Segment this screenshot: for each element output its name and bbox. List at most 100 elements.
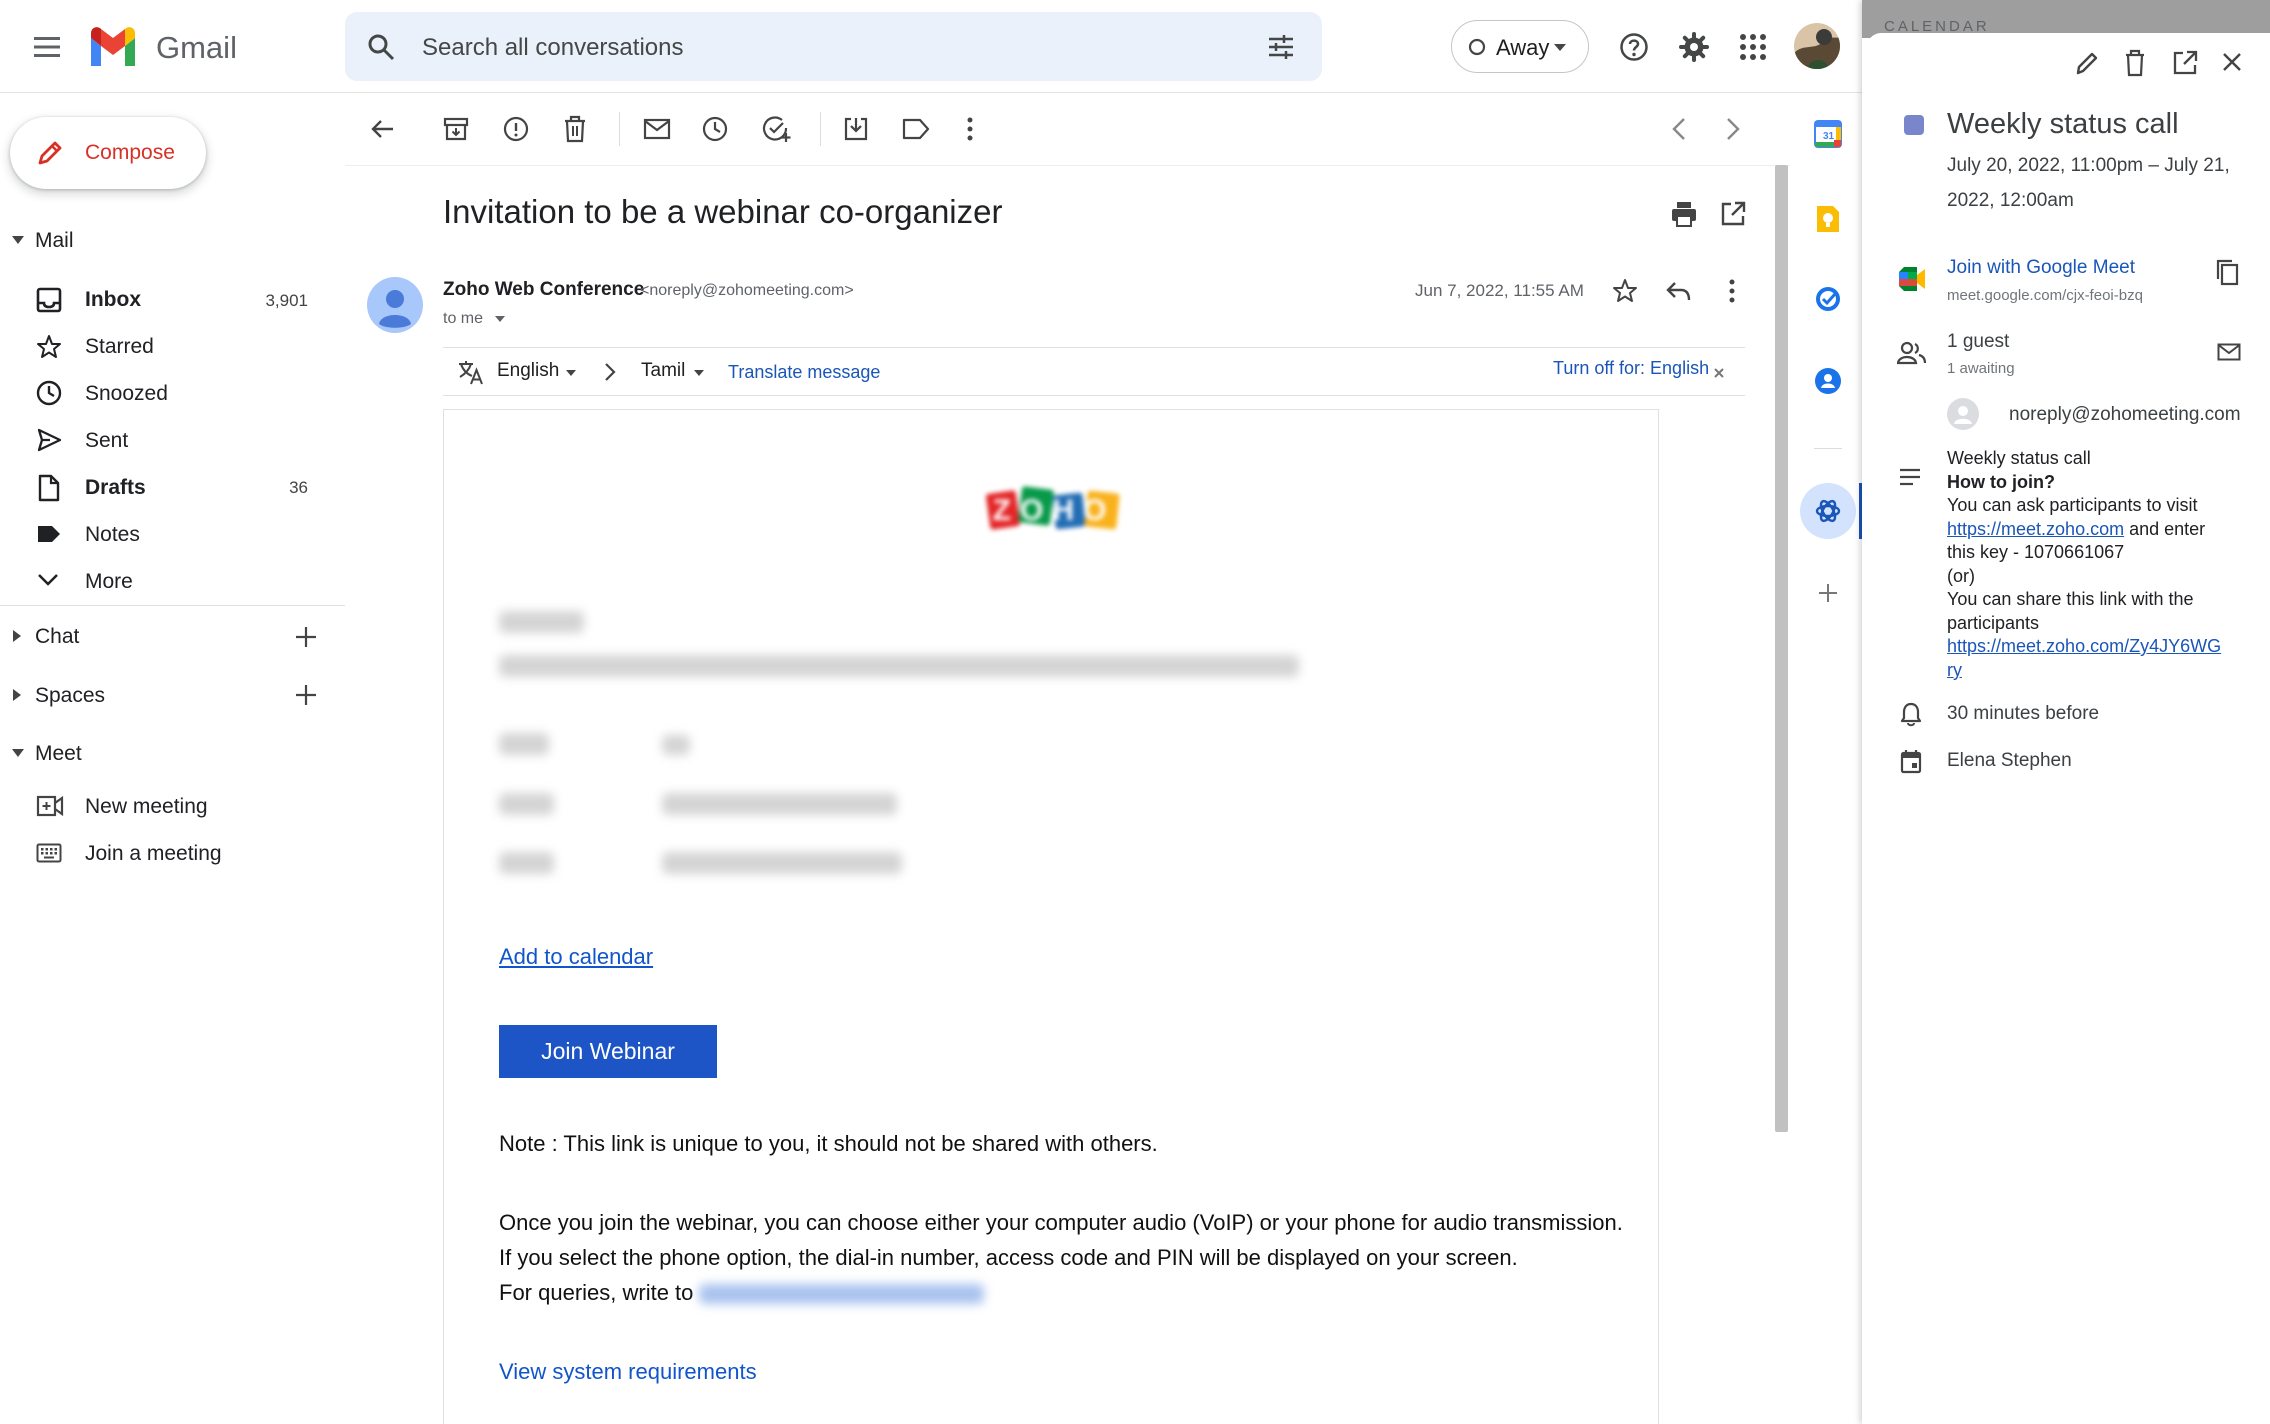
add-task-icon[interactable] xyxy=(762,115,792,143)
active-addon-icon[interactable] xyxy=(1800,483,1856,539)
chevron-down-icon xyxy=(37,573,59,587)
guest-email[interactable]: noreply@zohomeeting.com xyxy=(2009,404,2241,426)
source-language-select[interactable]: English xyxy=(497,360,559,382)
apps-grid-icon[interactable] xyxy=(1740,34,1766,60)
expand-arrow-icon[interactable] xyxy=(12,629,22,643)
gmail-logo-icon[interactable] xyxy=(87,25,139,67)
star-icon[interactable] xyxy=(1612,278,1638,304)
queries-text: For queries, write to xyxy=(499,1280,694,1305)
search-options-icon[interactable] xyxy=(1267,33,1295,61)
collapse-arrow-icon[interactable] xyxy=(11,235,25,245)
join-webinar-button[interactable]: Join Webinar xyxy=(499,1025,717,1078)
chevron-down-icon xyxy=(1552,43,1568,53)
system-requirements-link[interactable]: View system requirements xyxy=(499,1359,757,1385)
draft-file-icon xyxy=(37,474,61,502)
report-spam-icon[interactable] xyxy=(503,116,529,142)
open-new-window-icon[interactable] xyxy=(1719,200,1747,228)
toolbar-divider xyxy=(820,112,821,146)
expand-arrow-icon[interactable] xyxy=(12,688,22,702)
add-chat-icon[interactable] xyxy=(294,625,318,649)
description-title: Weekly status call xyxy=(1947,448,2091,468)
collapse-arrow-icon[interactable] xyxy=(11,748,25,758)
print-icon[interactable] xyxy=(1670,200,1698,228)
blurred-greeting xyxy=(499,611,584,633)
main-menu-icon[interactable] xyxy=(32,33,62,61)
body-paragraph-2: If you select the phone option, the dial… xyxy=(499,1245,1518,1270)
label-tag-icon[interactable] xyxy=(902,118,930,140)
help-icon[interactable] xyxy=(1619,32,1649,62)
spaces-section-header[interactable]: Spaces xyxy=(35,684,105,708)
event-organizer: Elena Stephen xyxy=(1947,750,2072,771)
toolbar-bottom-divider xyxy=(345,165,1790,166)
zoho-meet-link[interactable]: https://meet.zoho.com xyxy=(1947,519,2124,539)
sidebar-item-more[interactable]: More xyxy=(85,570,133,594)
chevron-right-icon[interactable] xyxy=(1724,116,1742,142)
settings-gear-icon[interactable] xyxy=(1678,31,1710,63)
sender-name[interactable]: Zoho Web Conference xyxy=(443,279,644,301)
snooze-clock-icon[interactable] xyxy=(702,116,728,142)
edit-pencil-icon[interactable] xyxy=(2075,50,2099,76)
zoho-meeting-link-part-1[interactable]: https://meet.zoho.com/Zy4JY6WG xyxy=(1947,636,2221,657)
google-tasks-icon[interactable] xyxy=(1814,285,1842,313)
target-language-select[interactable]: Tamil xyxy=(641,360,685,382)
chevron-down-icon xyxy=(565,369,577,377)
sidebar-item-inbox[interactable]: Inbox xyxy=(85,288,141,312)
search-input[interactable]: Search all conversations xyxy=(422,34,683,62)
google-keep-icon[interactable] xyxy=(1815,204,1841,234)
delete-trash-icon[interactable] xyxy=(2124,49,2146,77)
move-to-icon[interactable] xyxy=(843,116,869,142)
sidebar-item-notes[interactable]: Notes xyxy=(85,523,140,547)
open-new-window-icon[interactable] xyxy=(2172,50,2198,76)
add-addon-icon[interactable] xyxy=(1818,583,1838,603)
recipient-label[interactable]: to me xyxy=(443,310,483,328)
new-meeting-link[interactable]: New meeting xyxy=(85,795,208,819)
search-icon[interactable] xyxy=(367,33,395,61)
reply-icon[interactable] xyxy=(1665,280,1691,302)
chevron-left-icon[interactable] xyxy=(1670,116,1688,142)
more-vert-icon[interactable] xyxy=(1724,278,1740,304)
add-space-icon[interactable] xyxy=(294,683,318,707)
avatar[interactable] xyxy=(1794,23,1840,69)
sidebar-item-drafts[interactable]: Drafts xyxy=(85,476,146,500)
description-line-6: participants xyxy=(1947,613,2040,633)
email-scrollbar[interactable] xyxy=(1775,165,1788,1132)
sidebar-item-sent[interactable]: Sent xyxy=(85,429,128,453)
mark-unread-icon[interactable] xyxy=(643,118,671,140)
sidebar-item-starred[interactable]: Starred xyxy=(85,335,154,359)
copy-icon[interactable] xyxy=(2215,258,2239,286)
close-icon[interactable] xyxy=(2221,51,2243,73)
sidebar-item-snoozed[interactable]: Snoozed xyxy=(85,382,168,406)
translate-bar: English Tamil Translate message Turn off… xyxy=(443,347,1745,396)
pencil-icon xyxy=(36,139,64,167)
meet-section-header[interactable]: Meet xyxy=(35,742,82,766)
event-color-swatch xyxy=(1904,115,1924,135)
guests-icon xyxy=(1897,341,1927,365)
google-calendar-icon[interactable]: 31 xyxy=(1814,120,1842,148)
google-meet-icon xyxy=(1897,266,1927,292)
archive-icon[interactable] xyxy=(443,117,469,141)
join-meeting-link[interactable]: Join a meeting xyxy=(85,842,222,866)
join-google-meet-link[interactable]: Join with Google Meet xyxy=(1947,257,2135,279)
status-dropdown[interactable]: Away xyxy=(1451,20,1589,73)
close-icon[interactable] xyxy=(1713,367,1725,379)
svg-text:31: 31 xyxy=(1823,131,1835,142)
blurred-support-email[interactable] xyxy=(699,1284,984,1304)
translate-message-link[interactable]: Translate message xyxy=(728,362,880,383)
toolbar-divider xyxy=(619,112,620,146)
email-guests-icon[interactable] xyxy=(2217,343,2241,361)
chat-section-header[interactable]: Chat xyxy=(35,625,79,649)
turn-off-translation-link[interactable]: Turn off for: English xyxy=(1553,358,1709,379)
more-vert-icon[interactable] xyxy=(962,116,978,142)
add-to-calendar-link[interactable]: Add to calendar xyxy=(499,944,653,970)
zoho-meeting-link-part-2[interactable]: ry xyxy=(1947,660,1962,681)
back-arrow-icon[interactable] xyxy=(369,116,395,142)
recipient-details-arrow-icon[interactable] xyxy=(494,315,506,323)
search-bar[interactable]: Search all conversations xyxy=(345,12,1322,81)
delete-trash-icon[interactable] xyxy=(563,115,587,143)
drafts-count: 36 xyxy=(289,478,308,497)
blurred-intro xyxy=(499,655,1299,677)
google-contacts-icon[interactable] xyxy=(1814,367,1842,395)
guest-avatar xyxy=(1947,398,1979,430)
mail-section-header[interactable]: Mail xyxy=(35,229,74,253)
compose-button[interactable]: Compose xyxy=(10,117,206,189)
